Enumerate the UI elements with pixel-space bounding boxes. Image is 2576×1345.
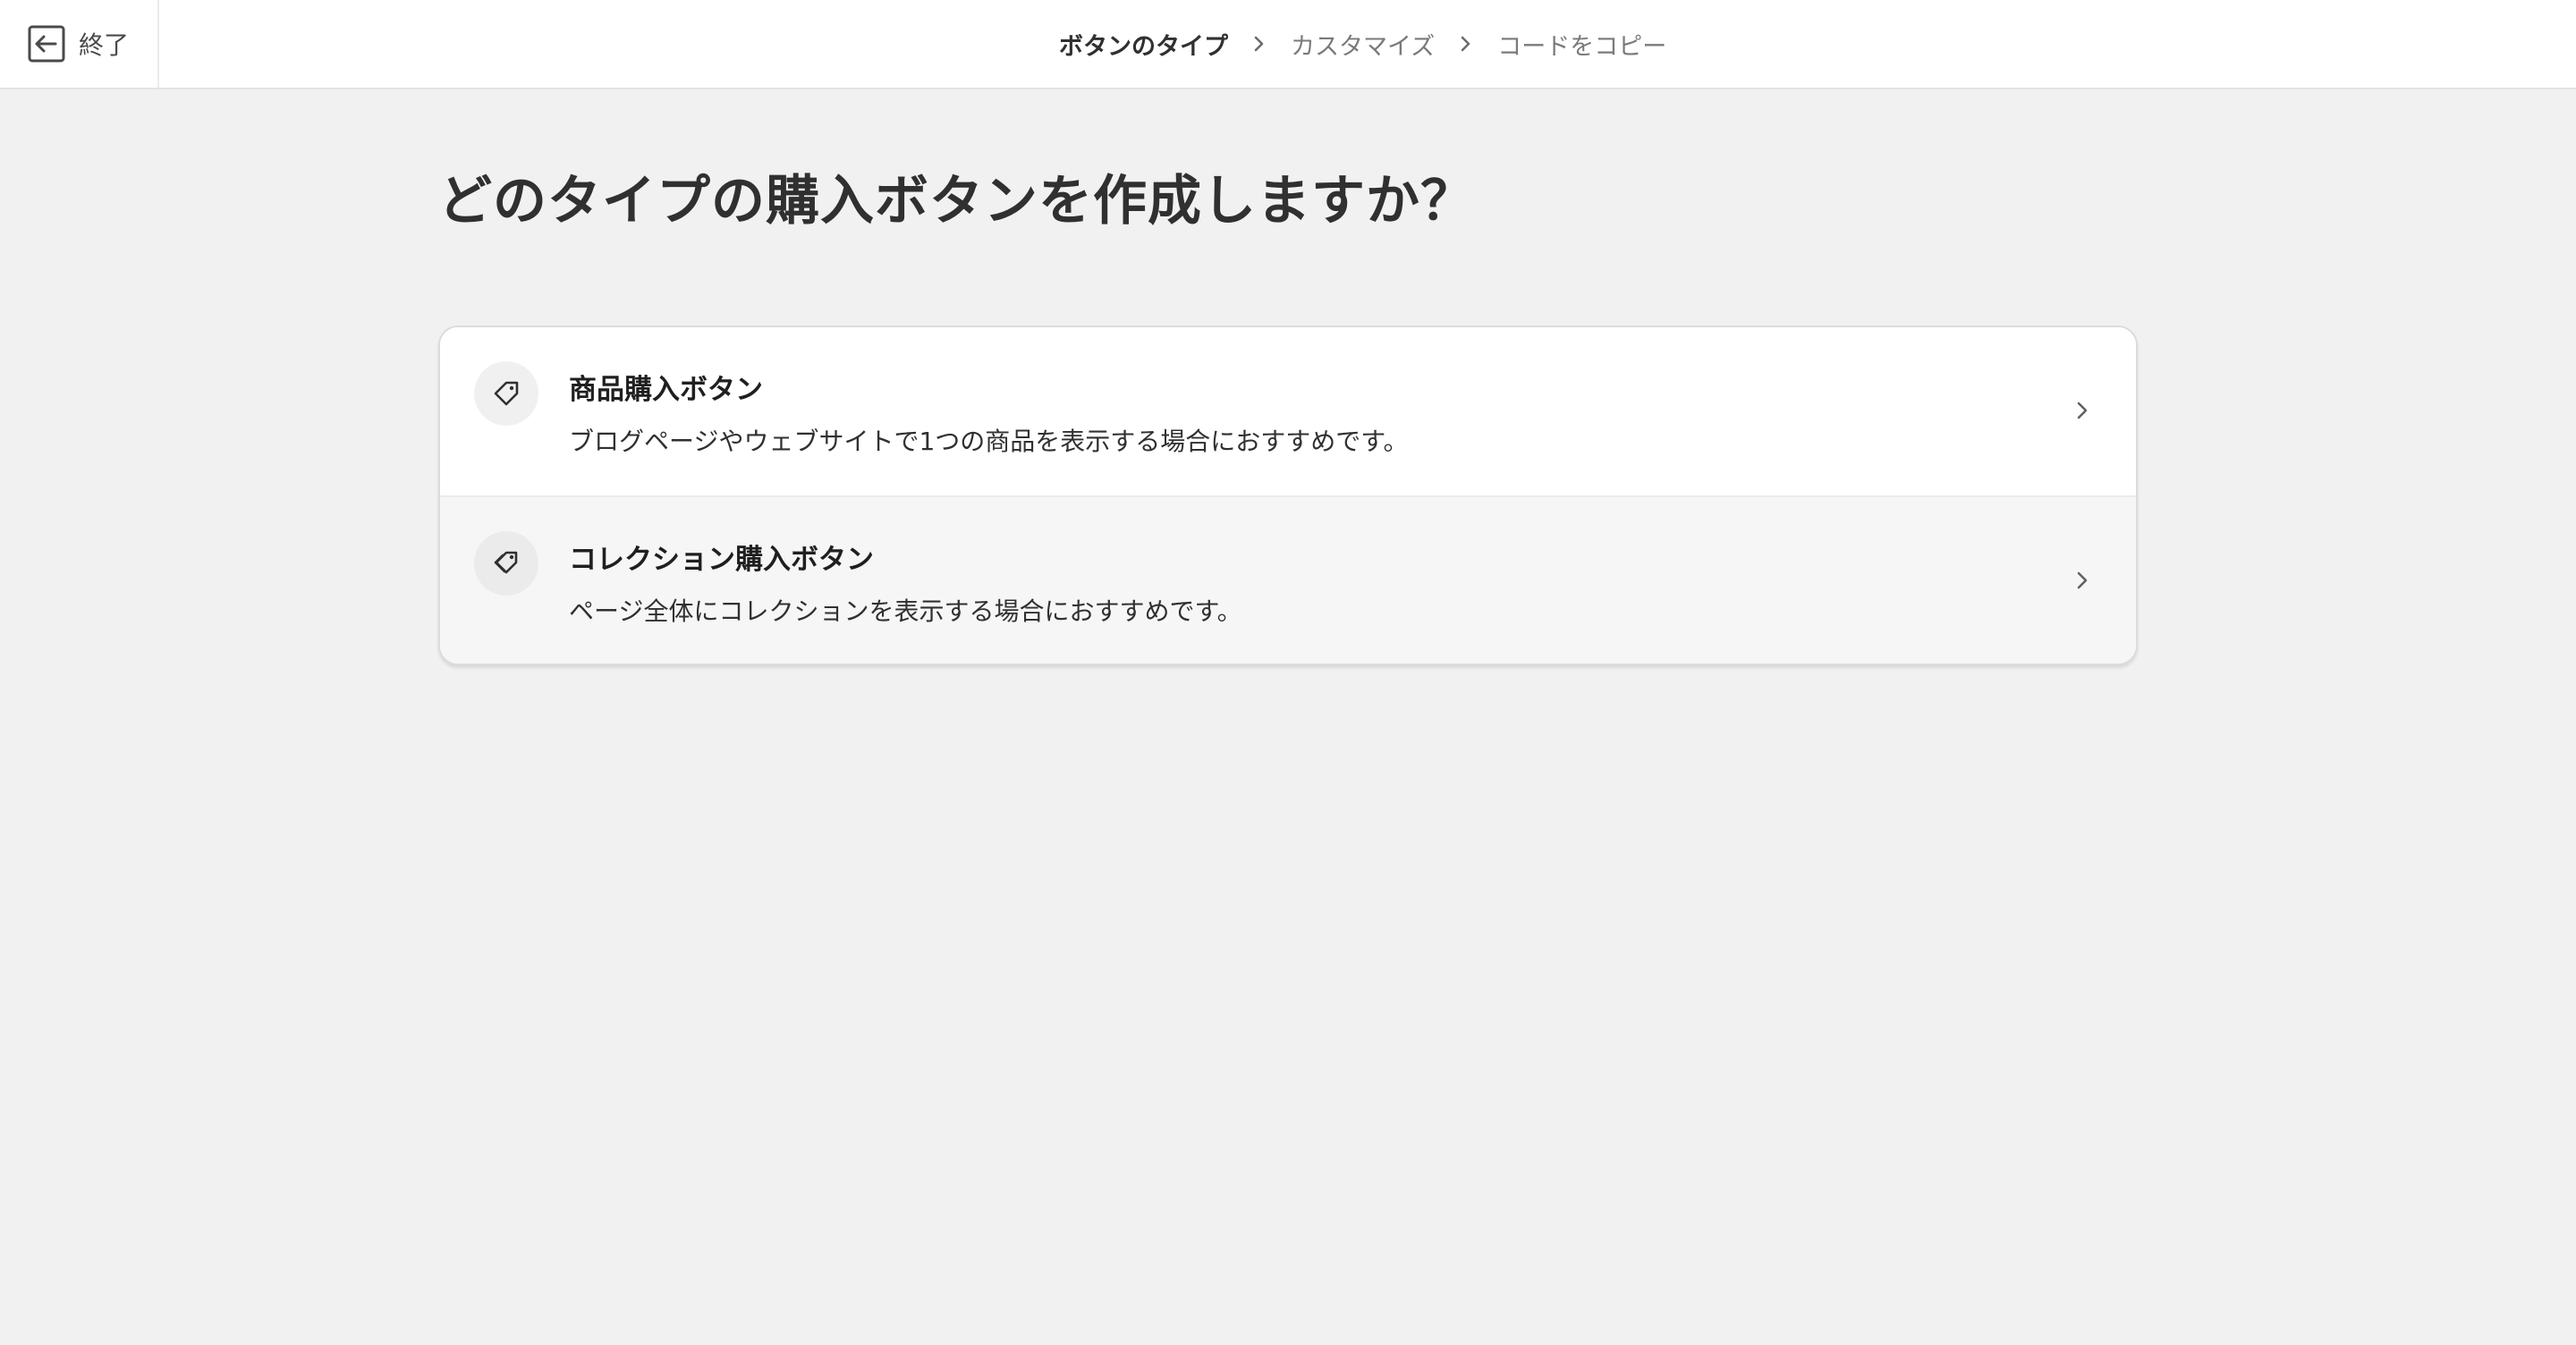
exit-icon (27, 24, 66, 63)
price-tag-icon (474, 361, 538, 426)
step-customize[interactable]: カスタマイズ (1291, 27, 1435, 62)
option-collection-buy-button[interactable]: コレクション購入ボタン ページ全体にコレクションを表示する場合におすすめです。 (440, 497, 2136, 664)
chevron-right-icon (2077, 402, 2088, 419)
wizard-steps: ボタンのタイプ カスタマイズ コードをコピー (1059, 0, 1666, 88)
button-type-options: 商品購入ボタン ブログページやウェブサイトで1つの商品を表示する場合におすすめで… (438, 326, 2138, 665)
exit-label: 終了 (79, 30, 130, 60)
chevron-right-icon (1453, 30, 1479, 57)
option-product-buy-button[interactable]: 商品購入ボタン ブログページやウェブサイトで1つの商品を表示する場合におすすめで… (440, 327, 2136, 497)
step-button-type[interactable]: ボタンのタイプ (1059, 27, 1228, 62)
option-title: 商品購入ボタン (569, 374, 763, 406)
top-bar: 終了 ボタンのタイプ カスタマイズ コードをコピー (0, 0, 2576, 89)
chevron-right-icon (1246, 30, 1273, 57)
chevron-right-icon (2077, 571, 2088, 589)
price-tags-icon (474, 531, 538, 596)
option-description: ページ全体にコレクションを表示する場合におすすめです。 (569, 596, 1242, 626)
page-title: どのタイプの購入ボタンを作成しますか？ (438, 170, 1475, 233)
step-copy-code[interactable]: コードをコピー (1497, 27, 1666, 62)
exit-button[interactable]: 終了 (0, 0, 159, 88)
option-description: ブログページやウェブサイトで1つの商品を表示する場合におすすめです。 (569, 427, 1409, 456)
option-title: コレクション購入ボタン (569, 544, 874, 576)
